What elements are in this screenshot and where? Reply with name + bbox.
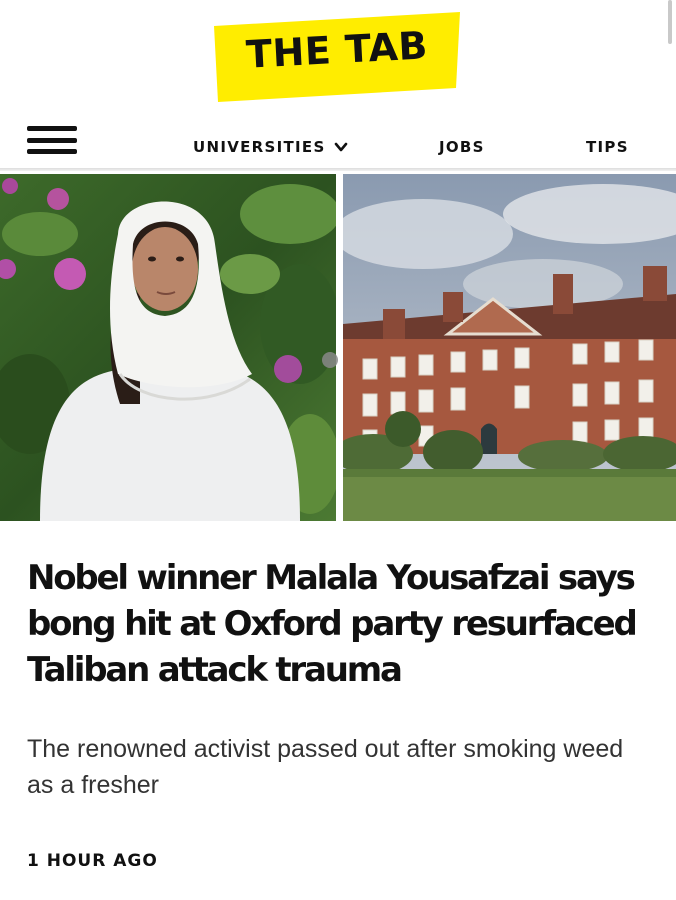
nav-universities[interactable]: UNIVERSITIES — [193, 138, 326, 156]
carousel-indicator[interactable] — [322, 352, 338, 368]
article-timestamp: 1 HOUR AGO — [27, 851, 158, 871]
article-headline[interactable]: Nobel winner Malala Yousafzai says bong … — [27, 555, 667, 693]
hamburger-menu-icon[interactable] — [27, 126, 77, 154]
nav-tips[interactable]: TIPS — [586, 138, 629, 156]
nav-divider — [0, 168, 676, 171]
site-logo[interactable]: THE TAB — [214, 12, 460, 102]
chevron-down-icon[interactable] — [334, 140, 348, 154]
article-subheadline: The renowned activist passed out after s… — [27, 735, 624, 799]
nav-jobs[interactable]: JOBS — [439, 138, 485, 156]
scrollbar[interactable] — [668, 0, 672, 44]
article-image-portrait[interactable] — [0, 174, 336, 521]
article-image-building[interactable] — [343, 174, 676, 521]
